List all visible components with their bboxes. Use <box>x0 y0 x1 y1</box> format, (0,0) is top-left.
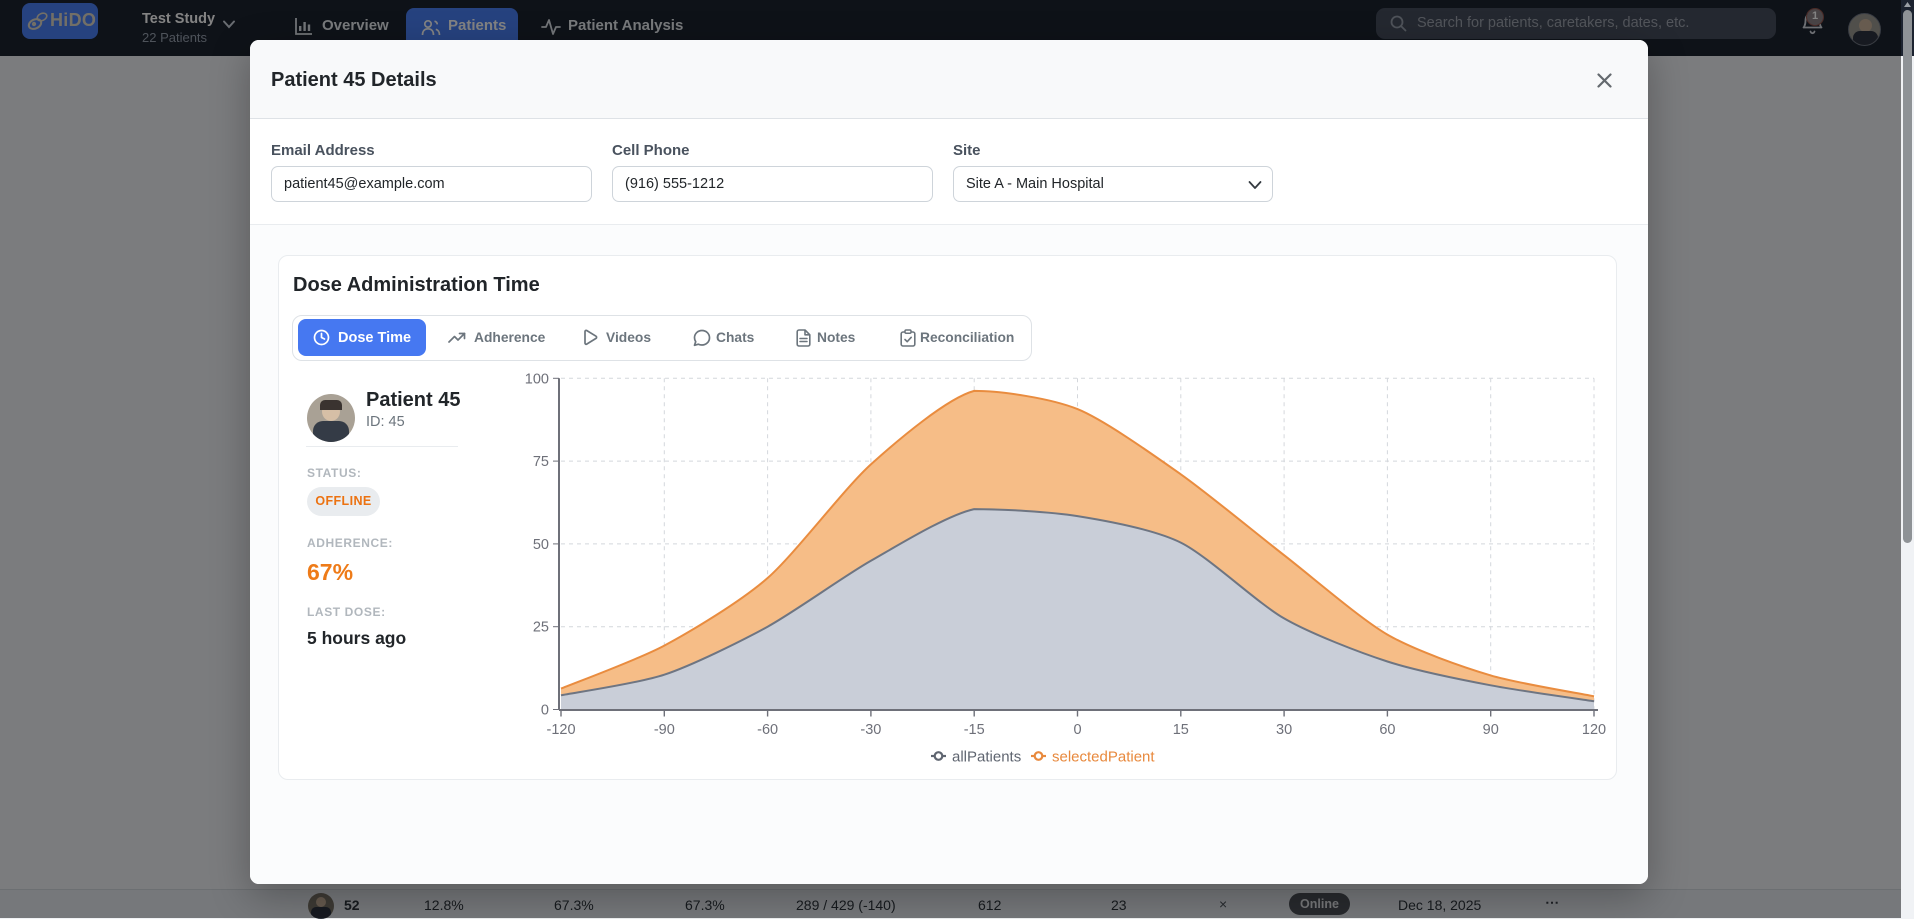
svg-text:15: 15 <box>1173 722 1189 738</box>
svg-text:selectedPatient: selectedPatient <box>1052 749 1155 766</box>
svg-text:-60: -60 <box>757 722 778 738</box>
svg-text:0: 0 <box>541 703 549 719</box>
svg-text:25: 25 <box>533 620 549 636</box>
svg-text:-30: -30 <box>860 722 881 738</box>
svg-text:0: 0 <box>1073 722 1081 738</box>
svg-text:30: 30 <box>1276 722 1292 738</box>
svg-text:100: 100 <box>525 371 549 387</box>
svg-text:75: 75 <box>533 454 549 470</box>
svg-text:50: 50 <box>533 537 549 553</box>
svg-text:-90: -90 <box>654 722 675 738</box>
svg-text:90: 90 <box>1483 722 1499 738</box>
svg-text:-15: -15 <box>964 722 985 738</box>
svg-text:120: 120 <box>1582 722 1606 738</box>
svg-text:-120: -120 <box>546 722 575 738</box>
svg-text:60: 60 <box>1379 722 1395 738</box>
svg-text:allPatients: allPatients <box>952 749 1021 766</box>
